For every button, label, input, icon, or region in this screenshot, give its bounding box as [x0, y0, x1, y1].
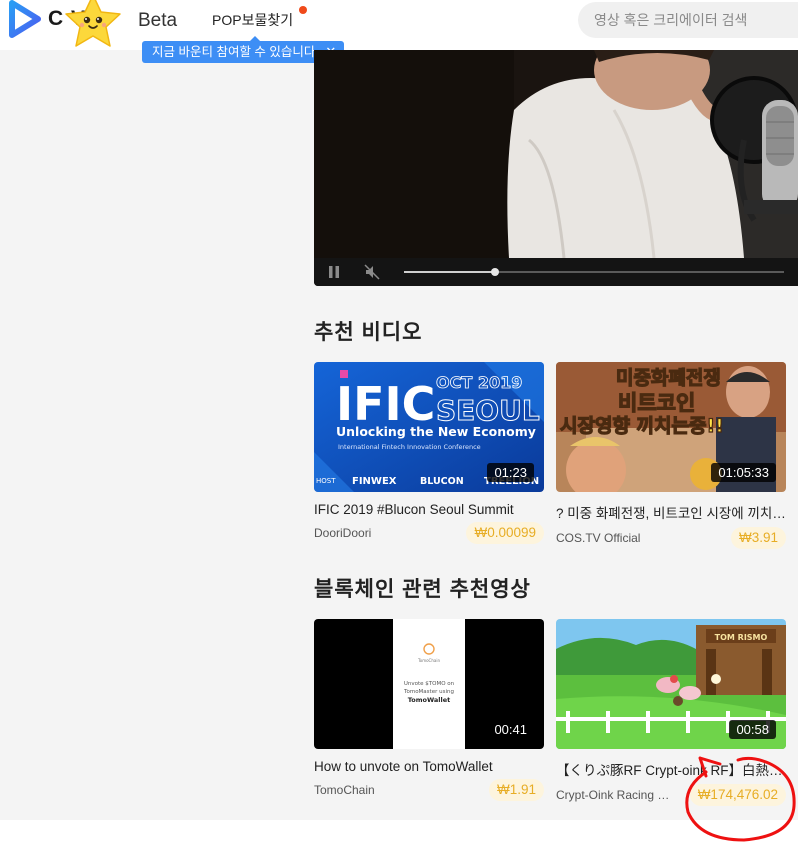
seek-bar-handle[interactable]: [491, 268, 500, 276]
video-card[interactable]: TomoChain Unvote $TOMO on TomoMaster usi…: [314, 619, 544, 801]
video-frame-image: [314, 50, 798, 258]
video-title[interactable]: How to unvote on TomoWallet: [314, 759, 544, 774]
section-title-recommended: 추천 비디오: [314, 321, 423, 344]
video-duration: 01:05:33: [711, 463, 776, 482]
top-header: C V Beta POP보물찾기 지금 바운티 참여할 수 있습니다 ✕: [0, 0, 798, 63]
price-badge: ₩3.91: [730, 527, 786, 549]
video-card[interactable]: TOM RISMO 00:58 【くりぷ豚RF Crypt-oink RF】白熱…: [556, 619, 786, 806]
nav-pop-treasure-hunt[interactable]: POP보물찾기: [212, 10, 293, 30]
video-thumbnail[interactable]: 미중화폐전쟁 비트코인 시장영향 끼치는중!! 01:05:33: [556, 362, 786, 492]
video-card[interactable]: IFIC OCT 2019 SEOUL Unlocking the New Ec…: [314, 362, 544, 544]
video-meta: TomoChain ₩1.91: [314, 779, 544, 801]
video-duration: 01:23: [487, 463, 534, 482]
video-thumbnail[interactable]: TomoChain Unvote $TOMO on TomoMaster usi…: [314, 619, 544, 749]
video-meta: COS.TV Official ₩3.91: [556, 527, 786, 549]
ific-big-text: IFIC: [336, 377, 435, 431]
video-duration: 00:58: [729, 720, 776, 739]
seek-bar-played: [404, 271, 496, 273]
thumb-headline-line3: 시장영향 끼치는중!!: [560, 415, 724, 437]
tomo-line1: Unvote $TOMO on: [404, 681, 455, 687]
video-title[interactable]: ? 미중 화폐전쟁, 비트코인 시장에 끼치는 영향: [556, 502, 786, 522]
video-thumbnail[interactable]: TOM RISMO 00:58: [556, 619, 786, 749]
price-badge: ₩0.00099: [466, 522, 544, 544]
tomo-line3: TomoWallet: [408, 696, 451, 704]
ific-sponsor-2: BLUCON: [420, 476, 464, 487]
search-input[interactable]: [578, 2, 798, 38]
video-duration: 00:41: [487, 720, 534, 739]
price-badge: ₩1.91: [488, 779, 544, 801]
player-controls: [314, 258, 798, 286]
nav-notification-dot: [299, 6, 307, 14]
thumb-headline-line2: 비트코인: [618, 391, 695, 415]
tomo-line2: TomoMaster using: [403, 689, 454, 695]
channel-name[interactable]: COS.TV Official: [556, 531, 640, 545]
tomo-brand: TomoChain: [417, 658, 440, 663]
price-badge: ₩174,476.02: [689, 784, 786, 806]
video-thumbnail[interactable]: IFIC OCT 2019 SEOUL Unlocking the New Ec…: [314, 362, 544, 492]
pause-icon[interactable]: [328, 266, 340, 278]
video-player[interactable]: [314, 50, 798, 286]
ific-oct-text: OCT 2019: [436, 373, 522, 392]
video-meta: DooriDoori ₩0.00099: [314, 522, 544, 544]
video-title[interactable]: 【くりぷ豚RF Crypt-oink RF】白熱のレース: [556, 759, 786, 779]
section-title-blockchain: 블록체인 관련 추천영상: [314, 578, 531, 601]
ific-city-text: SEOUL: [436, 394, 540, 427]
logo-beta-label: Beta: [138, 10, 178, 31]
mute-icon[interactable]: [364, 264, 380, 280]
video-card[interactable]: 미중화폐전쟁 비트코인 시장영향 끼치는중!! 01:05:33 ? 미중 화폐…: [556, 362, 786, 549]
video-title[interactable]: IFIC 2019 #Blucon Seoul Summit: [314, 502, 544, 517]
channel-name[interactable]: DooriDoori: [314, 526, 371, 540]
thumb-headline-line1: 미중화폐전쟁: [616, 367, 721, 389]
star-mascot-icon[interactable]: [60, 0, 126, 50]
race-sign: TOM RISMO: [715, 633, 768, 642]
channel-name[interactable]: TomoChain: [314, 783, 375, 797]
ific-subtitle: International Fintech Innovation Confere…: [338, 443, 481, 451]
ific-host-label: HOST: [316, 477, 336, 485]
seek-bar[interactable]: [404, 268, 784, 276]
cos-logo-play-icon[interactable]: [8, 0, 42, 38]
ific-sponsor-1: FINWEX: [352, 476, 397, 487]
channel-name[interactable]: Crypt-Oink Racing Fes: [556, 788, 674, 802]
page-footer-strip: [0, 820, 798, 842]
tooltip-text: 지금 바운티 참여할 수 있습니다: [152, 45, 316, 59]
video-meta: Crypt-Oink Racing Fes ₩174,476.02: [556, 784, 786, 806]
ific-tagline: Unlocking the New Economy: [336, 424, 536, 439]
